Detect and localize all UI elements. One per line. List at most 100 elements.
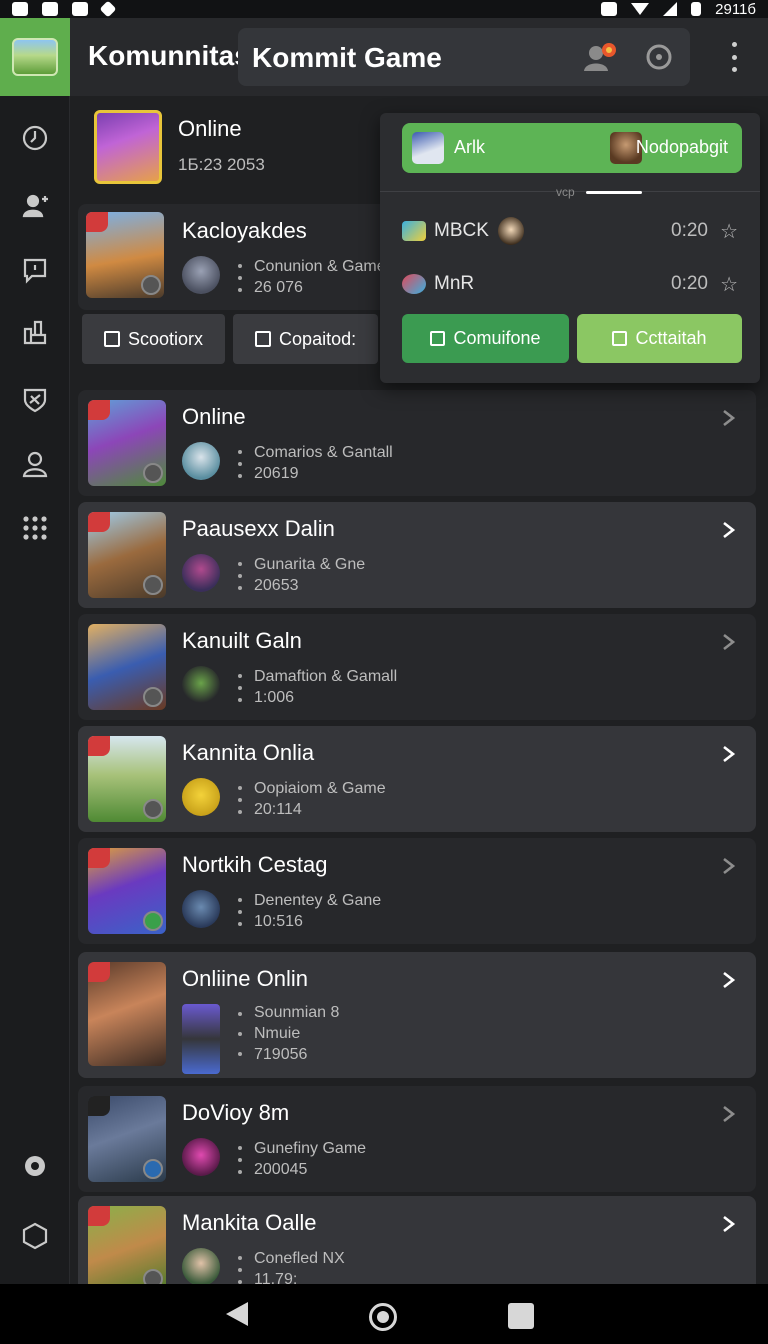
battery-icon	[691, 2, 702, 16]
line-name: MBCK	[434, 220, 489, 241]
rail-guild[interactable]	[15, 380, 55, 420]
chevron-icon[interactable]	[718, 632, 738, 652]
chip-copaitod[interactable]: Copaitod:	[233, 314, 379, 364]
chevron-icon[interactable]	[718, 970, 738, 990]
list-item[interactable]: Mankita Oalle Conefled NX 11.79;	[78, 1196, 756, 1284]
popup-line[interactable]: MnR 0:20 ☆	[402, 266, 742, 302]
message-icon	[23, 258, 47, 284]
item-count: 719056	[254, 1046, 308, 1063]
new-badge	[88, 400, 110, 420]
list-item[interactable]: Paausexx Dalin Gunarita & Gne 20653	[78, 502, 756, 608]
star-icon[interactable]: ☆	[720, 272, 738, 297]
user-alert-icon[interactable]	[583, 41, 617, 73]
shield-status-icon	[72, 2, 88, 16]
window-icon	[430, 331, 446, 346]
home-icon[interactable]	[369, 1303, 397, 1331]
separator-dots	[238, 1012, 242, 1056]
rail-more[interactable]	[15, 1216, 55, 1256]
chip-label: Scootiorx	[128, 328, 204, 349]
list-item[interactable]: Kanuilt Galn Damaftion & Gamall 1:006	[78, 614, 756, 720]
side-rail	[0, 18, 70, 1284]
search-bar[interactable]: Kommit Game	[238, 28, 690, 86]
hexagon-icon	[22, 1222, 48, 1250]
chevron-icon[interactable]	[718, 520, 738, 540]
filter-chips: Scootiorx Copaitod:	[82, 314, 379, 364]
chevron-icon[interactable]	[718, 1214, 738, 1234]
game-art	[88, 1096, 166, 1182]
status-badge	[143, 687, 163, 707]
system-nav-bar	[0, 1284, 768, 1344]
rail-profile[interactable]	[15, 444, 55, 484]
separator-dots	[238, 450, 242, 478]
item-category: Denentey & Gane	[254, 892, 382, 909]
new-badge	[88, 512, 110, 532]
popup-tab-label[interactable]: vcp	[556, 185, 575, 199]
chip-scootiorx[interactable]: Scootiorx	[82, 314, 226, 364]
game-art	[88, 400, 166, 486]
app-header: Komunnitas Kommit Game	[70, 18, 768, 96]
item-count: 20619	[254, 465, 299, 482]
app-logo[interactable]	[0, 18, 70, 96]
settings-icon	[25, 1156, 45, 1176]
bag-icon	[104, 331, 120, 347]
status-badge	[143, 799, 163, 819]
rail-add-friend[interactable]	[15, 186, 55, 226]
player-avatar-left	[412, 132, 444, 164]
avatar	[182, 666, 220, 704]
new-badge	[86, 212, 108, 232]
game-art	[86, 212, 164, 298]
game-icon	[402, 221, 426, 241]
alarm-icon	[601, 2, 618, 16]
recents-icon[interactable]	[508, 1303, 534, 1329]
status-badge	[143, 1159, 163, 1179]
status-right: 2911б	[601, 1, 756, 18]
item-category: Sounmian 8	[254, 1004, 340, 1021]
chevron-icon[interactable]	[718, 408, 738, 428]
item-meta: Damaftion & Gamall 1:006	[254, 666, 397, 708]
back-icon[interactable]	[226, 1302, 248, 1326]
rail-share[interactable]	[15, 312, 55, 352]
target-icon[interactable]	[644, 42, 674, 72]
button-label: Cсttaitah	[635, 328, 707, 348]
chevron-icon[interactable]	[718, 744, 738, 764]
game-icon	[402, 274, 426, 294]
avatar	[182, 1004, 220, 1074]
avatar	[182, 1248, 220, 1284]
list-item[interactable]: DoVioy 8m Gunefiny Game 200045	[78, 1086, 756, 1192]
list-item[interactable]: Online Comarios & Gantall 20619	[78, 390, 756, 496]
item-subcategory: Nmuie	[254, 1025, 301, 1042]
page-title: Komunnitas	[88, 40, 250, 71]
item-title: Paausexx Dalin	[182, 516, 335, 541]
star-icon[interactable]: ☆	[720, 219, 738, 244]
game-art	[88, 962, 166, 1066]
list-item[interactable]: Onliine Onlin Sounmian 8 Nmuie 719056	[78, 952, 756, 1078]
item-category: Conunion & Game	[254, 258, 386, 275]
item-title: Onliine Onlin	[182, 966, 308, 991]
popup-header[interactable]: Arlk Nodopabgit	[402, 123, 742, 173]
chevron-icon[interactable]	[718, 856, 738, 876]
list-item[interactable]: Kannita Onlia Oopiaiom & Game 20:114	[78, 726, 756, 832]
tab-indicator	[586, 191, 642, 194]
more-vert-icon[interactable]	[722, 42, 746, 72]
primary-action-button[interactable]: Comuifone	[402, 314, 569, 363]
item-meta: Gunarita & Gne 20653	[254, 554, 365, 596]
game-art	[88, 512, 166, 598]
item-meta: Gunefiny Game 200045	[254, 1138, 366, 1180]
image-icon	[612, 331, 628, 346]
signal-icon	[663, 2, 678, 16]
item-title: Mankita Oalle	[182, 1210, 317, 1235]
rail-settings[interactable]	[15, 1146, 55, 1186]
list-item[interactable]: Nortkih Cestag Denentey & Gane 10:516	[78, 838, 756, 944]
chevron-icon[interactable]	[718, 1104, 738, 1124]
rail-apps[interactable]	[15, 508, 55, 548]
search-input[interactable]: Kommit Game	[252, 42, 442, 74]
diamond-icon	[99, 0, 117, 18]
separator-dots	[238, 898, 242, 926]
secondary-action-button[interactable]: Cсttaitah	[577, 314, 742, 363]
rail-explore[interactable]	[15, 118, 55, 158]
item-category: Conefled NX	[254, 1250, 345, 1267]
popup-line[interactable]: MBCK 0:20 ☆	[402, 213, 742, 249]
separator-dots	[238, 674, 242, 702]
item-count: 1:006	[254, 689, 295, 706]
rail-messages[interactable]	[15, 250, 55, 290]
